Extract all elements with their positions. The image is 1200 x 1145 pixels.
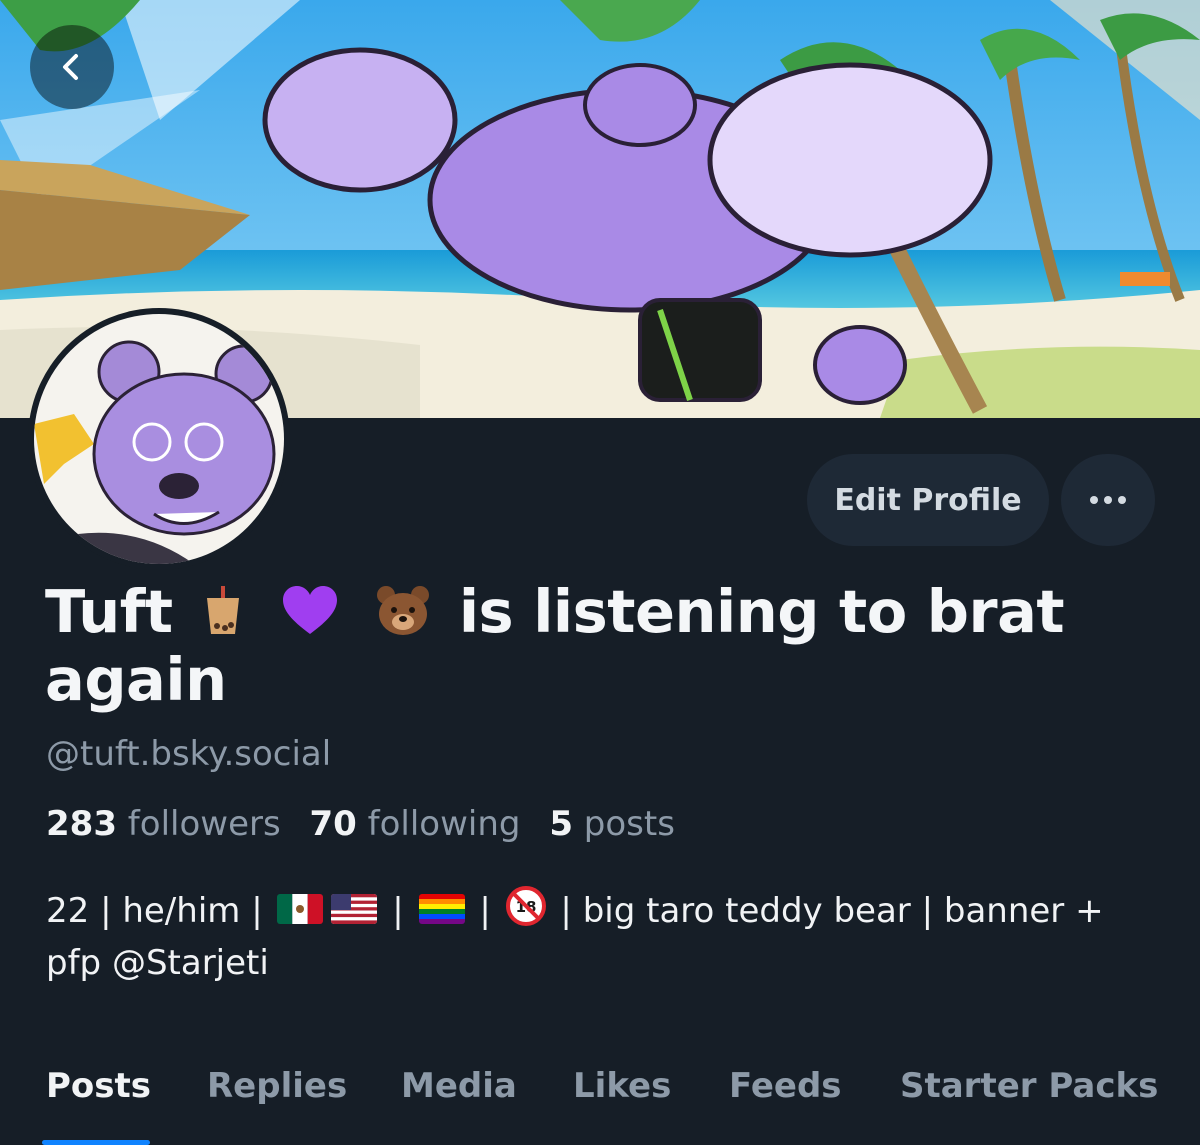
bio-banner-credit: banner (943, 891, 1065, 931)
tab-replies[interactable]: Replies (207, 1066, 347, 1106)
tab-posts[interactable]: Posts (46, 1066, 151, 1106)
posts-count: 5 (549, 804, 573, 844)
display-name-part2: is listening to brat again (45, 577, 1065, 714)
followers-label: followers (127, 804, 281, 844)
rainbow-flag (418, 894, 465, 924)
chevron-left-icon (63, 54, 78, 80)
followers-count: 283 (46, 804, 117, 844)
avatar-image (34, 314, 284, 564)
display-name-part1: Tuft (45, 577, 173, 646)
bio-age: 22 (46, 891, 90, 931)
following-stat[interactable]: 70 following (310, 804, 521, 844)
more-options-button[interactable] (1061, 454, 1155, 546)
avatar[interactable] (28, 308, 290, 570)
tab-media[interactable]: Media (401, 1066, 517, 1106)
following-label: following (367, 804, 521, 844)
bio-pronouns: he/him (122, 891, 241, 931)
bubble-tea-emoji (206, 586, 239, 634)
display-name: Tuft is listening to brat again (45, 578, 1165, 714)
purple-heart-emoji (282, 586, 337, 634)
bear-face-emoji (376, 586, 429, 635)
tab-likes[interactable]: Likes (573, 1066, 671, 1106)
posts-stat: 5 posts (549, 804, 675, 844)
bio: 22 | he/him | | | 18 | big taro teddy be… (46, 885, 1166, 989)
posts-label: posts (583, 804, 675, 844)
profile-tabs: Posts Replies Media Likes Feeds Starter … (0, 1060, 1200, 1145)
usa-flag (331, 894, 378, 924)
no-under-18-icon: 18 (505, 886, 546, 926)
tab-starter-packs[interactable]: Starter Packs (900, 1066, 1158, 1106)
following-count: 70 (309, 804, 357, 844)
active-tab-indicator (42, 1140, 150, 1145)
tab-feeds[interactable]: Feeds (729, 1066, 842, 1106)
handle: @tuft.bsky.social (46, 734, 332, 774)
back-button[interactable] (30, 25, 114, 109)
profile-stats: 283 followers 70 following 5 posts (46, 804, 693, 844)
bio-description: big taro teddy bear (582, 891, 911, 931)
ellipsis-icon (1090, 496, 1126, 504)
edit-profile-button[interactable]: Edit Profile (807, 454, 1049, 546)
followers-stat[interactable]: 283 followers (46, 804, 281, 844)
mexico-flag (277, 894, 324, 924)
